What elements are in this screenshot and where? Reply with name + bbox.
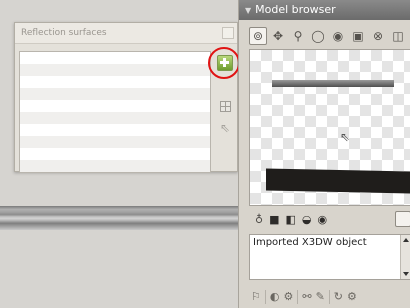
export-icon[interactable]: ◫ — [389, 27, 407, 45]
bulb-icon[interactable]: ♁ — [255, 213, 263, 226]
eye-icon[interactable]: ◉ — [317, 213, 327, 226]
list-item[interactable] — [20, 64, 210, 76]
cube-icon[interactable]: ■ — [269, 213, 279, 226]
preview-bar-thick — [266, 168, 410, 194]
contrast-icon[interactable]: ◐ — [270, 290, 280, 303]
target-icon[interactable]: ◉ — [329, 27, 347, 45]
preview-bar-thin — [272, 80, 394, 87]
frame-icon[interactable] — [395, 211, 410, 227]
object-info-box[interactable]: Imported X3DW object — [249, 234, 410, 280]
list-item[interactable] — [20, 124, 210, 136]
flag-icon[interactable]: ⚐ — [251, 290, 261, 303]
object-info-text: Imported X3DW object — [253, 237, 367, 248]
mouse-cursor-icon: ⇖ — [340, 130, 351, 144]
dialog-title: Reflection surfaces — [15, 23, 237, 44]
list-item[interactable] — [20, 160, 210, 172]
refresh-icon[interactable]: ↻ — [334, 290, 343, 303]
list-item[interactable] — [20, 136, 210, 148]
close-icon[interactable] — [222, 27, 234, 39]
sphere-icon[interactable]: ◯ — [309, 27, 327, 45]
link-icon[interactable]: ⊗ — [369, 27, 387, 45]
reflection-surfaces-dialog: Reflection surfaces ⇖ — [14, 22, 238, 173]
link-icon[interactable]: ⚯ — [302, 290, 311, 303]
list-item[interactable] — [20, 88, 210, 100]
light-icon[interactable]: ◒ — [302, 213, 312, 226]
divider — [297, 289, 299, 304]
model-browser-bottom-bar: ⚐ ◐ ⚙ ⚯ ✎ ↻ ⚙ — [239, 285, 410, 308]
list-item[interactable] — [20, 76, 210, 88]
divider — [328, 289, 330, 304]
plane-icon[interactable]: ▣ — [349, 27, 367, 45]
highlight-ring — [208, 47, 240, 79]
grid-icon — [219, 100, 231, 112]
list-item[interactable] — [20, 100, 210, 112]
move-icon[interactable]: ✥ — [269, 27, 287, 45]
panel-header[interactable]: ▼ Model browser — [239, 0, 410, 20]
pointer-icon: ⇖ — [219, 121, 231, 135]
gear-icon[interactable]: ⚙ — [283, 290, 293, 303]
divider — [264, 289, 266, 304]
select-icon[interactable]: ⊚ — [249, 27, 267, 45]
pointer-button[interactable]: ⇖ — [216, 119, 234, 137]
collapse-triangle-icon[interactable]: ▼ — [245, 6, 251, 15]
list-item[interactable] — [20, 148, 210, 160]
info-scrollbar[interactable] — [400, 235, 410, 279]
rail-geometry — [0, 206, 238, 230]
model-browser-toolbar: ⊚ ✥ ⚲ ◯ ◉ ▣ ⊗ ◫ — [239, 22, 410, 50]
lock-icon[interactable]: ◧ — [285, 213, 295, 226]
panel-title: Model browser — [255, 3, 336, 16]
grid-button[interactable] — [216, 97, 234, 115]
model-browser-panel: ▼ Model browser ⊚ ✥ ⚲ ◯ ◉ ▣ ⊗ ◫ ⇖ ♁ ■ ◧ ◒… — [238, 0, 410, 308]
preview-toolbar: ♁ ■ ◧ ◒ ◉ — [249, 209, 410, 229]
model-preview[interactable]: ⇖ — [249, 49, 410, 206]
brush-icon[interactable]: ✎ — [316, 290, 325, 303]
settings-icon[interactable]: ⚙ — [347, 290, 357, 303]
list-item[interactable] — [20, 112, 210, 124]
list-item[interactable] — [20, 52, 210, 64]
search-icon[interactable]: ⚲ — [289, 27, 307, 45]
reflection-surfaces-list[interactable] — [19, 51, 211, 173]
